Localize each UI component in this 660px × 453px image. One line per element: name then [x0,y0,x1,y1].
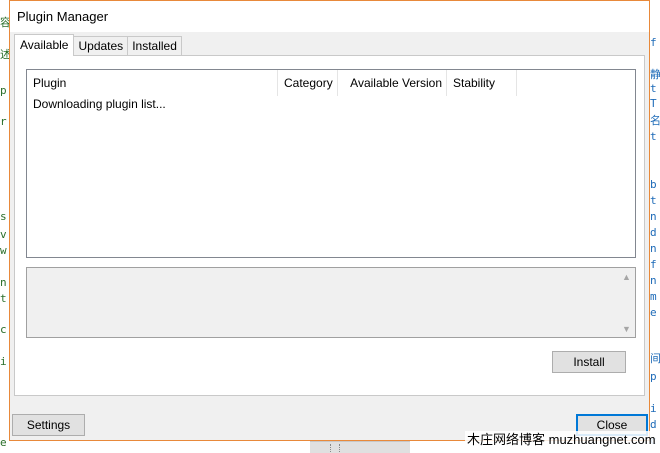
bg-char: t [650,82,657,95]
column-header-category[interactable]: Category [278,70,338,96]
bg-char: n [650,274,657,287]
bg-char: t [650,194,657,207]
install-button[interactable]: Install [552,351,626,373]
bg-char: e [650,306,657,319]
bg-char: d [650,418,657,431]
bg-char: T [650,97,657,110]
bg-char: 名 [650,114,660,127]
bg-char: i [650,402,657,415]
bg-char: c [0,323,7,336]
plugin-list-header: Plugin Category Available Version Stabil… [27,70,635,96]
title-bar[interactable]: Plugin Manager [10,1,649,32]
available-tab-panel: Plugin Category Available Version Stabil… [14,55,645,396]
bg-char: 容 [0,16,9,29]
bg-char: n [650,242,657,255]
plugin-description-box[interactable]: ▲ ▼ [26,267,636,338]
bg-char: i [0,355,7,368]
plugin-list-status-message: Downloading plugin list... [33,97,166,111]
bg-char: e [0,436,7,449]
column-header-stability[interactable]: Stability [447,70,517,96]
background-code-right-gutter: f 静 t T 名 t b t n d n f n m e 间 p i d c [650,0,660,453]
tab-installed[interactable]: Installed [127,36,182,56]
tab-strip: Available Updates Installed [14,34,182,56]
bg-char: s [0,210,7,223]
bg-char: 间 [650,352,660,365]
bg-char: n [0,276,7,289]
column-header-plugin[interactable]: Plugin [27,70,278,96]
plugin-list[interactable]: Plugin Category Available Version Stabil… [26,69,636,258]
bg-char: f [650,258,657,271]
plugin-manager-dialog: Plugin Manager Available Updates Install… [9,0,650,441]
bg-char: p [650,370,657,383]
background-horizontal-scrollbar[interactable] [310,441,410,453]
bg-char: 静 [650,68,660,81]
bg-char: n [650,210,657,223]
description-scrollbar[interactable]: ▲ ▼ [618,268,635,337]
bg-char: 述 [0,48,9,61]
scroll-down-arrow-icon[interactable]: ▼ [622,324,631,334]
background-code-left-gutter: 容 述 p r s v w n t c i e [0,0,9,453]
settings-button[interactable]: Settings [12,414,85,436]
bg-char: t [0,292,7,305]
window-title: Plugin Manager [17,9,109,24]
bg-char: b [650,178,657,191]
bg-char: d [650,226,657,239]
bg-char: m [650,290,657,303]
scrollbar-grip[interactable] [330,444,340,452]
column-header-available-version[interactable]: Available Version [338,70,447,96]
bg-char: t [650,130,657,143]
tab-available[interactable]: Available [14,34,75,56]
bg-char: f [650,36,657,49]
bg-char: w [0,244,7,257]
bg-char: p [0,84,7,97]
tab-updates[interactable]: Updates [73,36,129,56]
bg-char: r [0,115,7,128]
scroll-up-arrow-icon[interactable]: ▲ [622,272,631,282]
bg-char: v [0,228,7,241]
watermark-text: 木庄网络博客 muzhuangnet.com [465,431,658,449]
